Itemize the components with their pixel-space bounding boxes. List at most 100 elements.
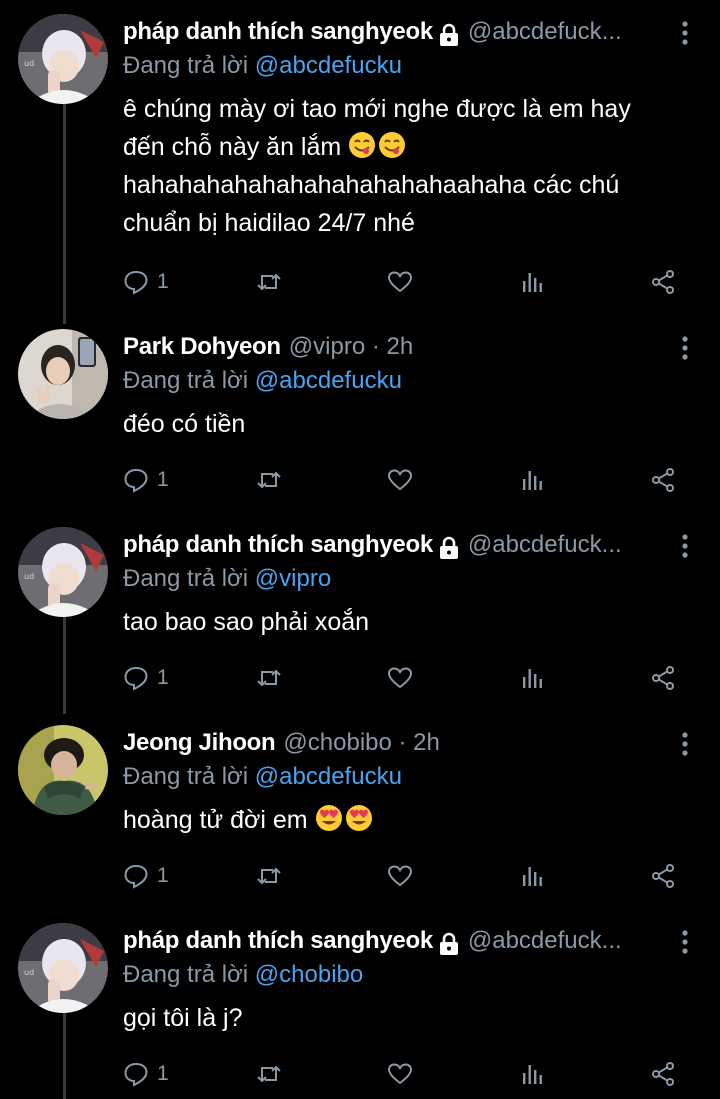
author-name[interactable]: Park Dohyeon	[123, 329, 281, 365]
views-button[interactable]	[519, 1054, 545, 1094]
svg-text:ud: ud	[24, 968, 34, 977]
author-name[interactable]: pháp danh thích sanghyeok	[123, 14, 433, 50]
mention-link[interactable]: @abcdefucku	[255, 367, 402, 394]
mention-link[interactable]: @vipro	[255, 565, 331, 592]
mention-link[interactable]: @chobibo	[255, 961, 363, 988]
mention-link[interactable]: @abcdefucku	[255, 763, 402, 790]
tweet-actions: 1	[123, 856, 683, 896]
lock-icon	[438, 931, 460, 955]
more-vertical-icon[interactable]	[680, 929, 690, 955]
tweet[interactable]: ud pháp danh thích sanghyeok @abcdefuck.…	[0, 527, 720, 707]
share-button[interactable]	[650, 262, 676, 302]
author-name[interactable]: Jeong Jihoon	[123, 725, 276, 761]
retweet-icon	[257, 867, 281, 885]
tweet-actions: 1	[123, 460, 683, 500]
reply-button[interactable]: 1	[123, 856, 169, 896]
heart-eyes-emoji	[315, 804, 343, 832]
share-button[interactable]	[650, 460, 676, 500]
lock-icon	[438, 22, 460, 46]
more-vertical-icon[interactable]	[680, 731, 690, 757]
reply-button[interactable]: 1	[123, 262, 169, 302]
like-button[interactable]	[387, 1054, 413, 1094]
avatar-white-hair: ud	[18, 14, 108, 104]
views-button[interactable]	[519, 460, 545, 500]
avatar[interactable]	[18, 329, 108, 419]
author-handle[interactable]: @vipro · 2h	[289, 329, 413, 365]
avatar[interactable]: ud	[18, 923, 108, 1013]
like-button[interactable]	[387, 658, 413, 698]
more-vertical-icon[interactable]	[680, 533, 690, 559]
tweet-line: hahahahahahahahahahahahaahaha các chú	[123, 171, 620, 199]
avatar-white-hair: ud	[18, 923, 108, 1013]
lock-icon	[438, 535, 460, 559]
tweet-line: đéo có tiền	[123, 410, 246, 438]
author-handle[interactable]: @abcdefuck...	[468, 527, 622, 563]
more-vertical-icon[interactable]	[680, 335, 690, 361]
share-icon	[652, 1062, 674, 1086]
retweet-icon	[257, 1065, 281, 1083]
replying-to: Đang trả lời @chobibo	[123, 959, 680, 995]
reply-button[interactable]: 1	[123, 1054, 169, 1094]
heart-eyes-emoji	[345, 804, 373, 832]
replying-label: Đang trả lời	[123, 565, 255, 592]
tweet-text: ê chúng mày ơi tao mới nghe được là em h…	[123, 90, 680, 242]
reply-count: 1	[157, 864, 169, 887]
reply-button[interactable]: 1	[123, 460, 169, 500]
replying-to: Đang trả lời @abcdefucku	[123, 50, 680, 86]
author-handle[interactable]: @chobibo · 2h	[283, 725, 439, 761]
retweet-button[interactable]	[256, 1054, 282, 1094]
tweet-line: đến chỗ này ăn lắm	[123, 128, 680, 166]
retweet-icon	[257, 471, 281, 489]
tweet-line-text: hoàng tử đời em	[123, 806, 308, 834]
tweet-line: hoàng tử đời em	[123, 801, 680, 839]
avatar-white-hair: ud	[18, 527, 108, 617]
share-icon	[652, 666, 674, 690]
retweet-button[interactable]	[256, 460, 282, 500]
tweet[interactable]: ud pháp danh thích sanghyeok @abcdefuck.…	[0, 923, 720, 1099]
face-savoring-food-emoji	[348, 131, 376, 159]
reply-icon	[124, 468, 148, 493]
heart-icon	[387, 865, 413, 887]
tweet-text: tao bao sao phải xoắn	[123, 603, 680, 641]
retweet-button[interactable]	[256, 856, 282, 896]
tweet-line: gọi tôi là j?	[123, 1004, 243, 1032]
more-vertical-icon[interactable]	[680, 20, 690, 46]
retweet-button[interactable]	[256, 262, 282, 302]
like-button[interactable]	[387, 460, 413, 500]
mention-link[interactable]: @abcdefucku	[255, 52, 402, 79]
share-button[interactable]	[650, 658, 676, 698]
tweet[interactable]: Jeong Jihoon @chobibo · 2h Đang trả lời …	[0, 725, 720, 905]
reply-button[interactable]: 1	[123, 658, 169, 698]
reply-icon	[124, 270, 148, 295]
reply-count: 1	[157, 270, 169, 293]
reply-icon	[124, 1062, 148, 1087]
avatar[interactable]: ud	[18, 14, 108, 104]
author-name[interactable]: pháp danh thích sanghyeok	[123, 527, 433, 563]
views-button[interactable]	[519, 658, 545, 698]
svg-text:ud: ud	[24, 59, 34, 68]
avatar[interactable]: ud	[18, 527, 108, 617]
tweet[interactable]: Park Dohyeon @vipro · 2h Đang trả lời @a…	[0, 329, 720, 509]
avatar-selfie	[18, 329, 108, 419]
heart-icon	[387, 469, 413, 491]
avatar[interactable]	[18, 725, 108, 815]
svg-text:ud: ud	[24, 572, 34, 581]
like-button[interactable]	[387, 262, 413, 302]
author-name[interactable]: pháp danh thích sanghyeok	[123, 923, 433, 959]
author-handle[interactable]: @abcdefuck...	[468, 14, 622, 50]
author-handle[interactable]: @abcdefuck...	[468, 923, 622, 959]
like-button[interactable]	[387, 856, 413, 896]
tweet-text: hoàng tử đời em	[123, 801, 680, 839]
retweet-icon	[257, 669, 281, 687]
views-button[interactable]	[519, 262, 545, 302]
share-icon	[652, 864, 674, 888]
share-button[interactable]	[650, 1054, 676, 1094]
tweet-actions: 1	[123, 262, 683, 302]
tweet[interactable]: ud pháp danh thích sanghyeok @abcdefuck.…	[0, 14, 720, 314]
replying-to: Đang trả lời @abcdefucku	[123, 761, 680, 797]
retweet-button[interactable]	[256, 658, 282, 698]
tweet-line: chuẩn bị haidilao 24/7 nhé	[123, 209, 415, 237]
views-button[interactable]	[519, 856, 545, 896]
share-button[interactable]	[650, 856, 676, 896]
share-icon	[652, 270, 674, 294]
